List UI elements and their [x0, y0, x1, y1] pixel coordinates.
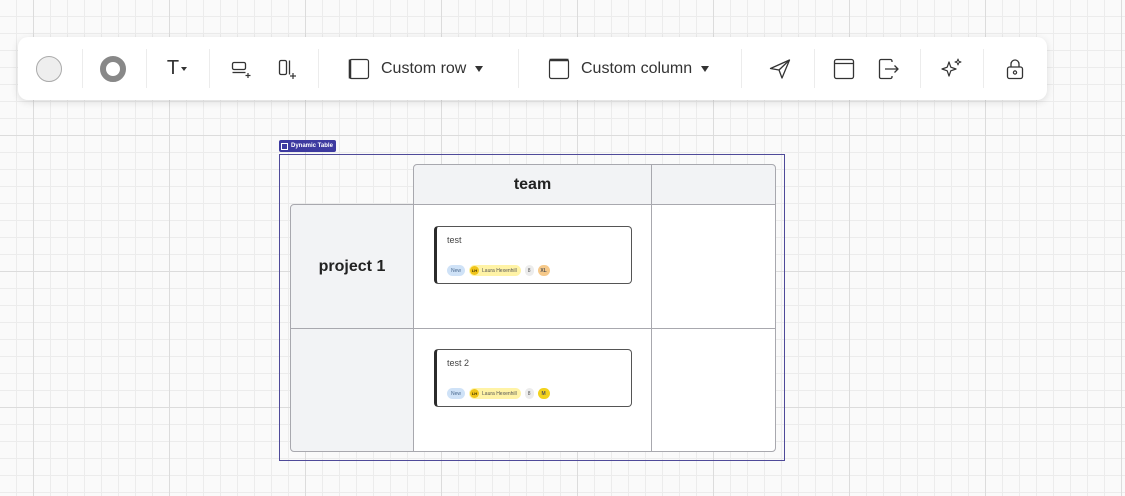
chevron-down-icon — [475, 65, 484, 72]
text-format-icon: T — [166, 57, 180, 79]
sparkle-icon — [941, 58, 962, 77]
column-layout-icon — [548, 58, 570, 79]
card-title: test 2 — [447, 358, 470, 368]
dynamic-table-tag-label: Dynamic Table — [291, 143, 333, 149]
frame-button[interactable] — [829, 37, 859, 100]
chevron-down-icon — [701, 65, 710, 72]
assignee-name: Laura Hexenhill — [482, 390, 517, 397]
column-header-team[interactable]: team — [413, 164, 652, 205]
paper-plane-icon — [769, 58, 791, 79]
row-layout-icon — [348, 58, 370, 79]
chevron-down-icon — [181, 66, 188, 71]
frame-icon — [833, 58, 855, 79]
export-icon — [878, 58, 899, 79]
column-header-label: team — [513, 175, 552, 193]
custom-row-label: Custom row — [381, 59, 467, 77]
avatar: LH — [470, 389, 480, 398]
lock-icon — [1006, 58, 1024, 79]
column-header-empty[interactable] — [651, 164, 776, 205]
card-badges: New LH Laura Hexenhill 8 XL — [447, 265, 554, 276]
status-badge: New — [447, 388, 466, 399]
assignee-badge[interactable]: LH Laura Hexenhill — [469, 388, 521, 399]
table-cell[interactable] — [651, 328, 776, 452]
assignee-name: Laura Hexenhill — [482, 267, 517, 274]
border-color-button[interactable] — [98, 37, 128, 100]
lock-button[interactable] — [1000, 37, 1030, 100]
task-card[interactable]: test 2 New LH Laura Hexenhill 8 M — [434, 349, 632, 407]
add-row-button[interactable] — [226, 37, 256, 100]
add-column-icon — [278, 59, 296, 79]
text-format-button[interactable]: T — [160, 37, 194, 100]
row-header-empty[interactable] — [290, 328, 414, 452]
fill-color-swatch-icon — [36, 55, 62, 82]
size-badge: M — [537, 388, 550, 399]
send-button[interactable] — [763, 37, 797, 100]
add-row-icon — [231, 61, 251, 78]
fill-color-button[interactable] — [33, 37, 65, 100]
points-badge: 8 — [524, 265, 534, 276]
table-cell[interactable] — [651, 204, 776, 329]
assignee-badge[interactable]: LH Laura Hexenhill — [469, 265, 521, 276]
toolbar: T Custom row Custom column — [18, 37, 1047, 100]
custom-row-dropdown[interactable]: Custom row — [347, 37, 493, 100]
row-header-project-1[interactable]: project 1 — [290, 204, 414, 329]
row-header-label: project 1 — [318, 257, 386, 275]
size-badge: XL — [537, 265, 550, 276]
border-color-swatch-icon — [100, 55, 126, 82]
ai-sparkle-button[interactable] — [937, 37, 967, 100]
dynamic-table-tag[interactable]: Dynamic Table — [279, 140, 336, 152]
card-badges: New LH Laura Hexenhill 8 M — [447, 388, 554, 399]
status-badge: New — [447, 265, 466, 276]
add-column-button[interactable] — [272, 37, 302, 100]
custom-column-label: Custom column — [581, 59, 693, 77]
table-icon — [281, 142, 288, 150]
export-button[interactable] — [874, 37, 904, 100]
custom-column-dropdown[interactable]: Custom column — [547, 37, 722, 100]
card-title: test — [447, 235, 462, 245]
task-card[interactable]: test New LH Laura Hexenhill 8 XL — [434, 226, 632, 284]
avatar: LH — [470, 266, 480, 275]
points-badge: 8 — [524, 388, 534, 399]
